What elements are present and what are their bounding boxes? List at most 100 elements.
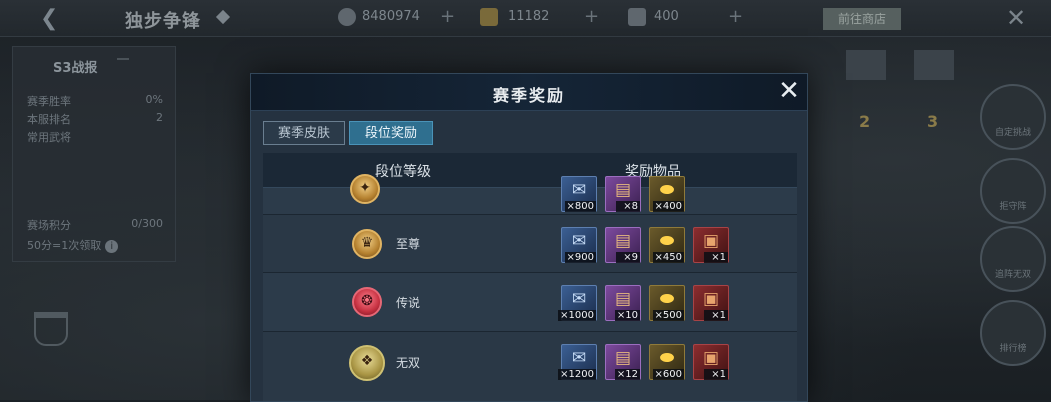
add-feather-icon[interactable]: +	[728, 6, 743, 27]
ingot-symbol: ⬬	[659, 348, 675, 368]
reward-quantity: ×12	[614, 369, 640, 380]
scroll-symbol: ▤	[614, 289, 632, 309]
legend-tier-badge-icon: ❂	[352, 287, 382, 317]
tier-name: 无双	[396, 356, 421, 370]
column-header-tier: 段位等级	[375, 164, 431, 180]
purple-scroll-icon[interactable]: ▤ ×10	[605, 285, 641, 321]
tab-rank-rewards[interactable]: 段位奖励	[349, 121, 433, 145]
modal-header: 赛季奖励 ✕	[251, 74, 807, 111]
player-avatar	[846, 50, 886, 80]
red-chest-icon[interactable]: ▣ ×1	[693, 344, 729, 380]
shop-button[interactable]: 前往商店	[823, 8, 901, 30]
table-row[interactable]: ❂ 传说 ✉ ×1000 ▤ ×10 ⬬ ×500 ▣ ×1	[263, 273, 797, 332]
table-header: 段位等级 奖励物品	[263, 153, 797, 188]
reward-quantity: ×800	[564, 201, 596, 212]
trophy-icon[interactable]	[34, 312, 68, 346]
coin-icon	[338, 8, 356, 26]
reward-table: 段位等级 奖励物品 ✦ ✉ ×800 ▤ ×8 ⬬ ×400 ♛ 至尊 ✉ ×900 ▤…	[263, 153, 797, 401]
reward-quantity: ×500	[652, 310, 684, 321]
gold-ingot-icon[interactable]: ⬬ ×600	[649, 344, 685, 380]
badge-emblem: ✦	[359, 180, 371, 196]
player-avatar	[914, 50, 954, 80]
close-icon[interactable]: ✕	[1006, 4, 1026, 32]
stat-label: 赛季胜率	[27, 95, 71, 108]
defense-lineup-button[interactable]: 拒守阵	[980, 158, 1046, 224]
reward-quantity: ×9	[616, 252, 640, 263]
table-row[interactable]: ❖ 无双 ✉ ×1200 ▤ ×12 ⬬ ×600 ▣ ×1	[263, 332, 797, 401]
reward-quantity: ×1	[704, 310, 728, 321]
right-button-label: 排行榜	[999, 344, 1027, 354]
stat-value: 0%	[145, 93, 163, 106]
reward-quantity: ×8	[616, 201, 640, 212]
chest-symbol: ▣	[702, 289, 720, 309]
badge-emblem: ♛	[360, 235, 374, 251]
points-label: 赛场积分	[27, 219, 71, 232]
currency-coin-value: 8480974	[362, 9, 420, 24]
ingot-symbol: ⬬	[659, 289, 675, 309]
currency-feather-value: 400	[654, 9, 679, 24]
tier-name: 传说	[396, 296, 421, 310]
reward-quantity: ×450	[652, 252, 684, 263]
season-report-tag	[117, 58, 129, 60]
reward-quantity: ×1	[704, 252, 728, 263]
table-row[interactable]: ✦ ✉ ×800 ▤ ×8 ⬬ ×400	[263, 174, 797, 215]
ticket-symbol: ✉	[571, 231, 587, 251]
blue-ticket-icon[interactable]: ✉ ×1000	[558, 285, 597, 321]
custom-challenge-button[interactable]: 自定挑战	[980, 84, 1046, 150]
stat-label: 本服排名	[27, 113, 71, 126]
add-coin-icon[interactable]: +	[440, 6, 455, 27]
reward-quantity: ×10	[614, 310, 640, 321]
reward-quantity: ×1	[704, 369, 728, 380]
diamond-icon	[215, 9, 231, 25]
gold-tier-badge-icon: ✦	[350, 174, 380, 204]
page-title: 独步争锋	[125, 11, 201, 32]
badge-emblem: ❂	[361, 293, 373, 309]
gold-ingot-icon[interactable]: ⬬ ×500	[649, 285, 685, 321]
season-report-panel: S3战报 赛季胜率 0% 本服排名 2 常用武将 赛场积分 0/300 50分=…	[12, 46, 176, 262]
top-bar: ❮ 独步争锋 8480974 + 11182 + 400 + 前往商店 ✕	[0, 0, 1051, 37]
purple-scroll-icon[interactable]: ▤ ×8	[605, 176, 641, 212]
blue-ticket-icon[interactable]: ✉ ×1200	[558, 344, 597, 380]
info-icon[interactable]: i	[105, 240, 119, 253]
add-gold-icon[interactable]: +	[584, 6, 599, 27]
player-rank: 2	[859, 112, 871, 131]
red-chest-icon[interactable]: ▣ ×1	[693, 285, 729, 321]
tier-name: 至尊	[396, 237, 421, 251]
scroll-symbol: ▤	[614, 231, 632, 251]
back-arrow-icon[interactable]: ❮	[40, 6, 58, 31]
stat-value: 2	[156, 111, 163, 124]
gold-ingot-icon[interactable]: ⬬ ×400	[649, 176, 685, 212]
season-reward-modal: 赛季奖励 ✕ 赛季皮肤 段位奖励 段位等级 奖励物品 ✦ ✉ ×800 ▤ ×8 ⬬…	[250, 73, 808, 402]
scroll-symbol: ▤	[614, 180, 632, 200]
chest-symbol: ▣	[702, 231, 720, 251]
modal-title: 赛季奖励	[492, 86, 565, 105]
reward-quantity: ×1200	[558, 369, 596, 380]
right-button-label: 自定挑战	[994, 128, 1031, 138]
reward-quantity: ×400	[652, 201, 684, 212]
ingot-symbol: ⬬	[659, 180, 675, 200]
reward-quantity: ×600	[652, 369, 684, 380]
tab-season-skin[interactable]: 赛季皮肤	[263, 121, 345, 145]
peerless-button[interactable]: 追阵无双	[980, 226, 1046, 292]
supreme-tier-badge-icon: ♛	[352, 229, 382, 259]
player-rank: 3	[927, 112, 939, 131]
season-report-title: S3战报	[53, 61, 98, 76]
blue-ticket-icon[interactable]: ✉ ×800	[561, 176, 597, 212]
stat-label: 常用武将	[27, 131, 71, 144]
blue-ticket-icon[interactable]: ✉ ×900	[561, 227, 597, 263]
purple-scroll-icon[interactable]: ▤ ×12	[605, 344, 641, 380]
table-row[interactable]: ♛ 至尊 ✉ ×900 ▤ ×9 ⬬ ×450 ▣ ×1	[263, 215, 797, 273]
reward-quantity: ×1000	[558, 310, 596, 321]
right-button-label: 追阵无双	[994, 270, 1031, 280]
purple-scroll-icon[interactable]: ▤ ×9	[605, 227, 641, 263]
feather-icon	[628, 8, 646, 26]
ticket-symbol: ✉	[571, 348, 587, 368]
reward-quantity: ×900	[564, 252, 596, 263]
badge-emblem: ❖	[360, 353, 374, 369]
peerless-tier-badge-icon: ❖	[349, 345, 385, 381]
points-note-text: 50分=1次领取	[27, 239, 102, 252]
close-icon[interactable]: ✕	[775, 76, 803, 106]
gold-ingot-icon[interactable]: ⬬ ×450	[649, 227, 685, 263]
red-chest-icon[interactable]: ▣ ×1	[693, 227, 729, 263]
leaderboard-button[interactable]: 排行榜	[980, 300, 1046, 366]
